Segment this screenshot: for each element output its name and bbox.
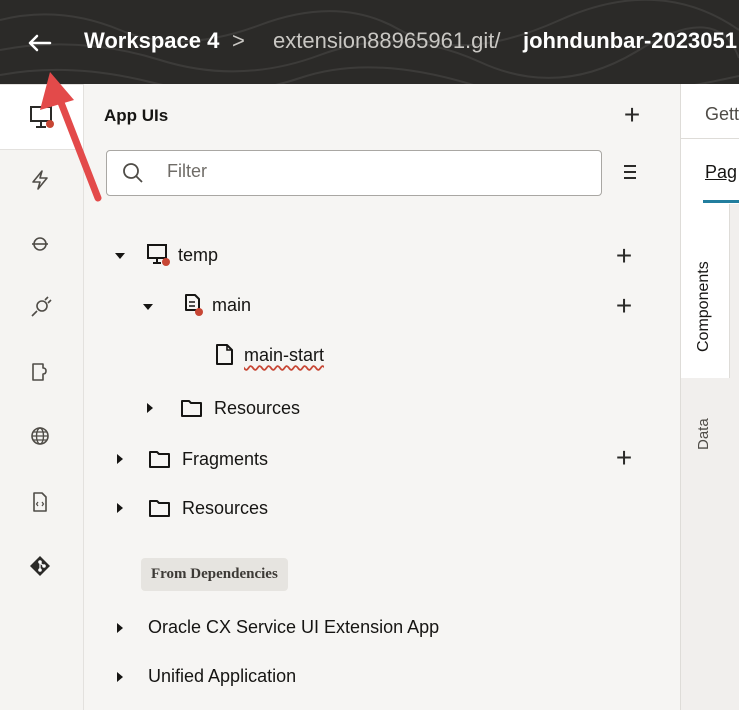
hamburger-menu-icon[interactable] <box>622 162 644 182</box>
tree-item-fragments[interactable]: Fragments <box>148 444 268 474</box>
tree-item-main-start[interactable]: main-start <box>214 340 324 370</box>
dependency-item[interactable]: Oracle CX Service UI Extension App <box>148 612 439 642</box>
flow-icon <box>185 294 203 316</box>
breadcrumb-workspace[interactable]: Workspace 4 <box>84 28 219 54</box>
source-icon <box>33 492 47 512</box>
filter-box <box>106 150 602 196</box>
dependency-item[interactable]: Unified Application <box>148 661 296 691</box>
app-uis-panel: App UIs + temp + main + <box>84 84 680 710</box>
collapsed-caret-icon[interactable] <box>114 453 126 465</box>
vtab-data[interactable]: Data <box>681 390 729 470</box>
collapsed-caret-icon[interactable] <box>114 622 126 634</box>
breadcrumb-repo[interactable]: extension88965961.git/ <box>273 28 501 54</box>
rail-item-integrations[interactable] <box>20 288 60 328</box>
add-app-ui-button[interactable]: + <box>618 101 646 129</box>
expanded-caret-icon[interactable] <box>142 301 154 313</box>
tree-item-label: Resources <box>214 397 301 418</box>
tree-item-label: main-start <box>244 344 325 365</box>
search-icon <box>123 163 143 183</box>
tab-getting-started[interactable]: Gett <box>705 104 739 125</box>
rail-item-source[interactable] <box>20 482 60 522</box>
expanded-caret-icon[interactable] <box>114 250 126 262</box>
rail-item-events[interactable] <box>20 160 60 200</box>
tree-item-label: Fragments <box>182 448 269 469</box>
integrations-icon <box>31 296 52 317</box>
active-tab-indicator <box>703 200 739 203</box>
layouts-icon <box>32 363 47 381</box>
rail-item-git[interactable] <box>20 546 60 586</box>
vtab-components-label: Components <box>695 261 712 352</box>
rail-item-web[interactable] <box>20 416 60 456</box>
tab-page-designer[interactable]: Pag <box>705 162 737 183</box>
add-fragment-button[interactable]: + <box>610 444 638 472</box>
add-to-temp-button[interactable]: + <box>610 242 638 270</box>
editor-region: Gett Pag Components Data <box>680 84 739 710</box>
navigator-rail <box>0 84 84 710</box>
arrow-left-icon <box>28 34 52 52</box>
tree-item-label: main <box>212 294 252 315</box>
process-icon <box>32 237 48 251</box>
page-icon <box>216 344 233 365</box>
vtab-components[interactable]: Components <box>681 204 730 378</box>
tree-item-label: Resources <box>182 497 269 518</box>
collapsed-caret-icon[interactable] <box>114 671 126 683</box>
breadcrumb-separator: > <box>232 28 245 53</box>
collapsed-caret-icon[interactable] <box>144 402 156 414</box>
panel-title: App UIs <box>104 106 169 125</box>
filter-input[interactable] <box>165 160 569 183</box>
vtab-data-label: Data <box>695 418 712 450</box>
tree-item-temp[interactable]: temp <box>146 240 218 270</box>
folder-icon <box>149 451 170 468</box>
editor-tab-header: Gett <box>681 84 739 139</box>
app-uis-icon <box>29 106 54 128</box>
web-icon <box>31 427 49 445</box>
tree-item-label: temp <box>178 244 219 265</box>
add-to-main-button[interactable]: + <box>610 292 638 320</box>
collapsed-caret-icon[interactable] <box>114 502 126 514</box>
rail-item-app-uis[interactable] <box>0 84 83 150</box>
tree-item-main[interactable]: main <box>180 290 251 320</box>
breadcrumb-branch[interactable]: johndunbar-2023051 <box>523 28 737 54</box>
folder-icon <box>181 400 202 417</box>
app-ui-icon <box>147 244 170 266</box>
folder-icon <box>149 500 170 517</box>
tree-item-resources-inner[interactable]: Resources <box>180 393 300 423</box>
back-button[interactable] <box>22 26 56 60</box>
header-bar: Workspace 4 > extension88965961.git/ joh… <box>0 0 739 84</box>
git-icon <box>30 556 50 576</box>
events-icon <box>32 170 48 190</box>
rail-item-layouts[interactable] <box>20 352 60 392</box>
tree-item-resources[interactable]: Resources <box>148 493 268 523</box>
rail-item-process[interactable] <box>20 224 60 264</box>
from-dependencies-label: From Dependencies <box>141 558 288 591</box>
